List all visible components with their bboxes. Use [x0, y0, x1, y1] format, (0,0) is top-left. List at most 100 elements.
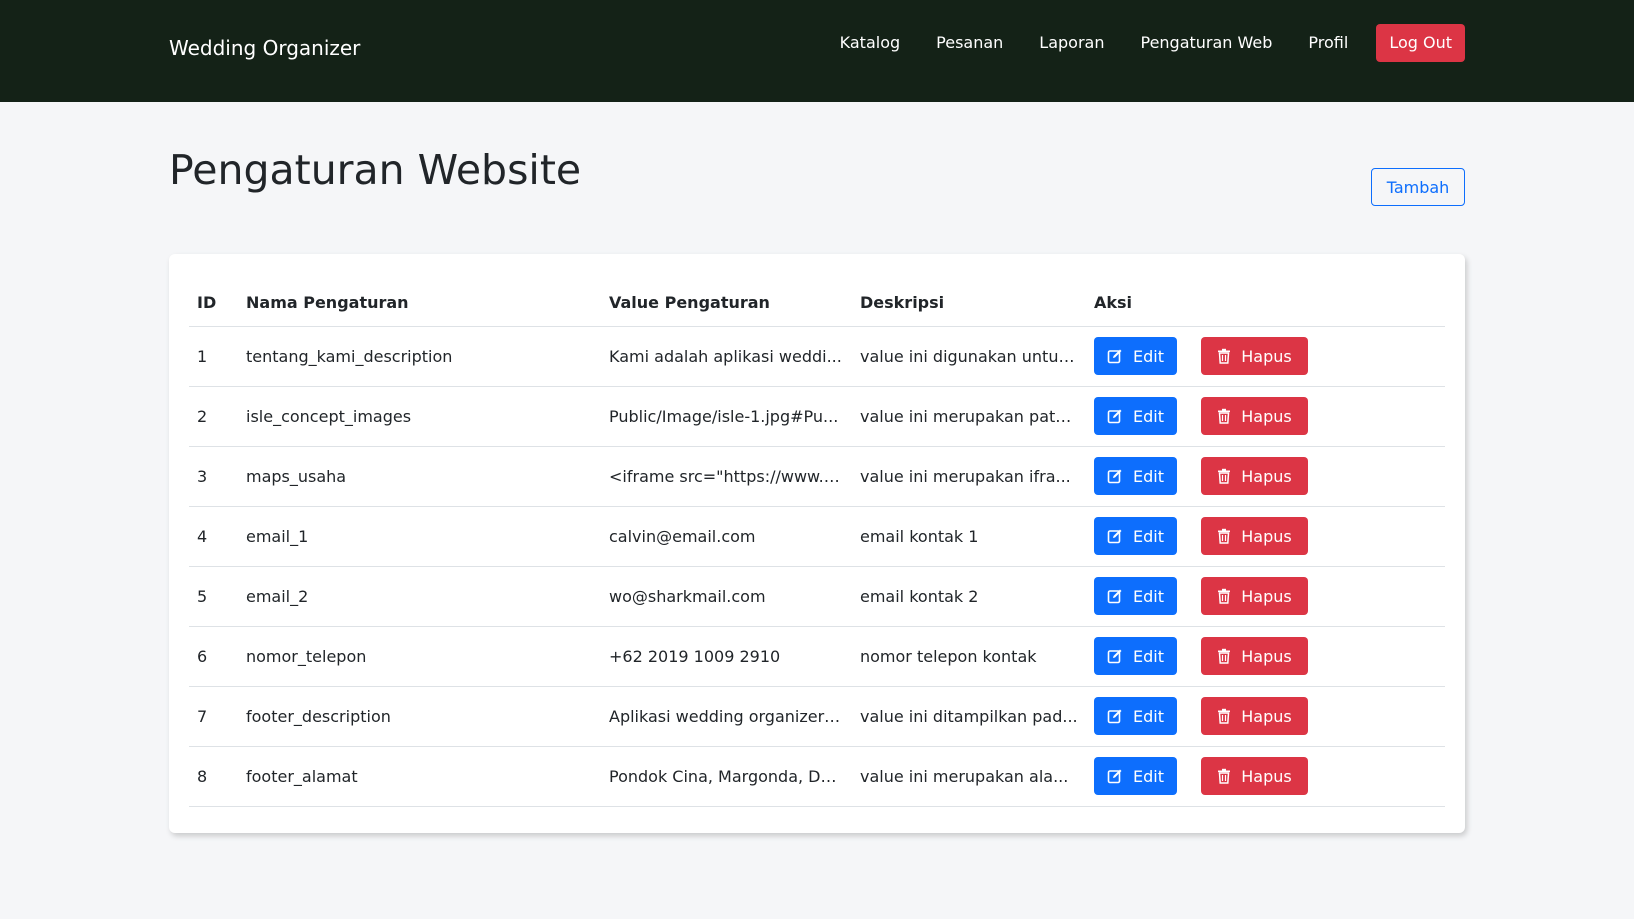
cell-nama: footer_description	[238, 686, 601, 747]
cell-value: +62 2019 1009 2910	[601, 626, 852, 687]
header-value: Value Pengaturan	[601, 280, 852, 327]
edit-button[interactable]: Edit	[1094, 397, 1177, 435]
cell-id: 3	[189, 446, 238, 507]
table-row: 6 nomor_telepon +62 2019 1009 2910 nomor te…	[189, 626, 1445, 687]
delete-button[interactable]: Hapus	[1201, 577, 1308, 615]
delete-button[interactable]: Hapus	[1201, 517, 1308, 555]
page-title: Pengaturan Website	[169, 146, 582, 194]
cell-aksi: Edit Hapus	[1086, 626, 1445, 687]
edit-button[interactable]: Edit	[1094, 757, 1177, 795]
trash-icon	[1218, 648, 1231, 664]
edit-button[interactable]: Edit	[1094, 637, 1177, 675]
nav-links: Katalog Pesanan Laporan Pengaturan Web P…	[804, 24, 1465, 62]
edit-icon	[1107, 649, 1122, 664]
cell-nama: email_1	[238, 506, 601, 567]
trash-icon	[1218, 528, 1231, 544]
cell-value: Aplikasi wedding organizer ...	[601, 686, 852, 747]
edit-icon	[1107, 529, 1122, 544]
cell-nama: maps_usaha	[238, 446, 601, 507]
header-deskripsi: Deskripsi	[852, 280, 1086, 327]
edit-button[interactable]: Edit	[1094, 337, 1177, 375]
cell-id: 8	[189, 746, 238, 807]
edit-button[interactable]: Edit	[1094, 457, 1177, 495]
delete-label: Hapus	[1241, 346, 1292, 366]
delete-button[interactable]: Hapus	[1201, 697, 1308, 735]
cell-aksi: Edit Hapus	[1086, 446, 1445, 507]
settings-card: ID Nama Pengaturan Value Pengaturan Desk…	[169, 254, 1465, 833]
cell-deskripsi: value ini digunakan untuk...	[852, 326, 1086, 387]
cell-deskripsi: value ini merupakan ifra...	[852, 446, 1086, 507]
delete-button[interactable]: Hapus	[1201, 757, 1308, 795]
add-button[interactable]: Tambah	[1371, 168, 1465, 206]
nav-link-pengaturan-web[interactable]: Pengaturan Web	[1140, 24, 1272, 62]
cell-id: 5	[189, 566, 238, 627]
cell-value: Kami adalah aplikasi weddi...	[601, 326, 852, 387]
edit-button[interactable]: Edit	[1094, 517, 1177, 555]
trash-icon	[1218, 408, 1231, 424]
delete-label: Hapus	[1241, 766, 1292, 786]
cell-aksi: Edit Hapus	[1086, 386, 1445, 447]
trash-icon	[1218, 708, 1231, 724]
cell-nama: email_2	[238, 566, 601, 627]
delete-label: Hapus	[1241, 526, 1292, 546]
cell-value: Pondok Cina, Margonda, De...	[601, 746, 852, 807]
table-row: 4 email_1 calvin@email.com email kontak 1 Ed…	[189, 506, 1445, 567]
delete-button[interactable]: Hapus	[1201, 637, 1308, 675]
cell-nama: isle_concept_images	[238, 386, 601, 447]
delete-button[interactable]: Hapus	[1201, 397, 1308, 435]
edit-label: Edit	[1133, 706, 1164, 726]
logout-button[interactable]: Log Out	[1376, 24, 1465, 62]
delete-label: Hapus	[1241, 406, 1292, 426]
cell-aksi: Edit Hapus	[1086, 746, 1445, 807]
cell-nama: footer_alamat	[238, 746, 601, 807]
cell-id: 2	[189, 386, 238, 447]
nav-link-profil[interactable]: Profil	[1308, 24, 1348, 62]
nav-link-laporan[interactable]: Laporan	[1039, 24, 1104, 62]
edit-label: Edit	[1133, 646, 1164, 666]
navbar: Wedding Organizer Katalog Pesanan Lapora…	[0, 0, 1634, 102]
cell-deskripsi: email kontak 2	[852, 566, 1086, 627]
cell-id: 1	[189, 326, 238, 387]
edit-icon	[1107, 469, 1122, 484]
table-row: 8 footer_alamat Pondok Cina, Margonda, De.…	[189, 746, 1445, 807]
delete-label: Hapus	[1241, 706, 1292, 726]
header-aksi: Aksi	[1086, 280, 1445, 327]
cell-aksi: Edit Hapus	[1086, 566, 1445, 627]
cell-aksi: Edit Hapus	[1086, 506, 1445, 567]
table-row: 7 footer_description Aplikasi wedding orga…	[189, 686, 1445, 747]
table-row: 5 email_2 wo@sharkmail.com email kontak 2 Ed…	[189, 566, 1445, 627]
edit-button[interactable]: Edit	[1094, 697, 1177, 735]
edit-icon	[1107, 349, 1122, 364]
cell-deskripsi: value ini merupakan ala...	[852, 746, 1086, 807]
delete-button[interactable]: Hapus	[1201, 337, 1308, 375]
delete-label: Hapus	[1241, 466, 1292, 486]
delete-button[interactable]: Hapus	[1201, 457, 1308, 495]
trash-icon	[1218, 348, 1231, 364]
brand-title[interactable]: Wedding Organizer	[169, 36, 360, 60]
header-nama: Nama Pengaturan	[238, 280, 601, 327]
cell-value: calvin@email.com	[601, 506, 852, 567]
cell-id: 4	[189, 506, 238, 567]
cell-deskripsi: value ini merupakan path...	[852, 386, 1086, 447]
cell-id: 7	[189, 686, 238, 747]
edit-label: Edit	[1133, 406, 1164, 426]
nav-link-pesanan[interactable]: Pesanan	[936, 24, 1003, 62]
trash-icon	[1218, 768, 1231, 784]
table-row: 1 tentang_kami_description Kami adalah apl…	[189, 326, 1445, 387]
trash-icon	[1218, 468, 1231, 484]
cell-id: 6	[189, 626, 238, 687]
delete-label: Hapus	[1241, 586, 1292, 606]
cell-deskripsi: value ini ditampilkan pad...	[852, 686, 1086, 747]
table-header-row: ID Nama Pengaturan Value Pengaturan Desk…	[189, 280, 1445, 327]
cell-deskripsi: email kontak 1	[852, 506, 1086, 567]
edit-icon	[1107, 709, 1122, 724]
settings-table: ID Nama Pengaturan Value Pengaturan Desk…	[189, 280, 1445, 807]
edit-icon	[1107, 409, 1122, 424]
cell-nama: nomor_telepon	[238, 626, 601, 687]
cell-deskripsi: nomor telepon kontak	[852, 626, 1086, 687]
nav-link-katalog[interactable]: Katalog	[840, 24, 900, 62]
edit-button[interactable]: Edit	[1094, 577, 1177, 615]
edit-icon	[1107, 589, 1122, 604]
trash-icon	[1218, 588, 1231, 604]
edit-label: Edit	[1133, 466, 1164, 486]
